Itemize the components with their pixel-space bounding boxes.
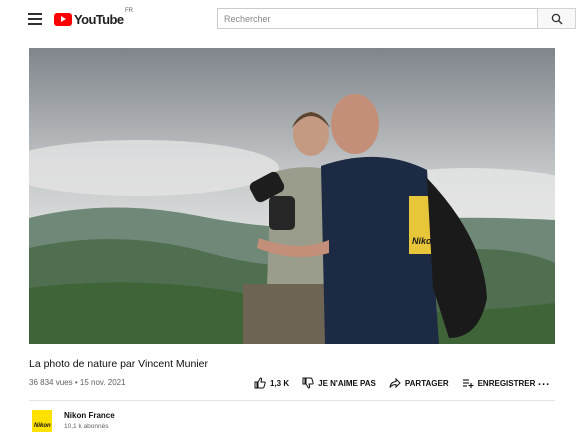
- thumbs-up-icon: [254, 377, 266, 389]
- channel-subscribers: 10,1 k abonnés: [64, 423, 109, 430]
- search-placeholder: Rechercher: [224, 13, 271, 24]
- search-icon: [551, 13, 562, 24]
- meta-separator: •: [74, 378, 78, 387]
- youtube-play-icon: [54, 12, 72, 26]
- save-button[interactable]: ENREGISTRER: [462, 377, 536, 389]
- hamburger-menu-icon[interactable]: [28, 13, 42, 25]
- save-label: ENREGISTRER: [477, 378, 536, 388]
- logo-region: FR: [125, 8, 133, 14]
- video-title: La photo de nature par Vincent Munier: [29, 358, 209, 370]
- video-player[interactable]: Nikon: [29, 48, 555, 344]
- top-bar: YouTube FR Rechercher: [16, 0, 576, 40]
- share-button[interactable]: PARTAGER: [389, 377, 449, 389]
- upload-date: 15 nov. 2021: [79, 378, 126, 387]
- like-button[interactable]: 1,3 K: [254, 377, 289, 389]
- divider: [29, 400, 555, 401]
- logo-text: YouTube: [74, 11, 124, 27]
- video-thumbnail: Nikon: [29, 48, 555, 344]
- add-to-playlist-icon: [462, 379, 474, 388]
- video-meta: 36 834 vues • 15 nov. 2021: [29, 378, 126, 387]
- channel-avatar[interactable]: Nikon: [32, 410, 52, 432]
- search-button[interactable]: [537, 8, 576, 29]
- thumbs-down-icon: [302, 377, 314, 389]
- more-options-button[interactable]: ...: [538, 376, 550, 388]
- like-count: 1,3 K: [270, 378, 290, 388]
- channel-avatar-text: Nikon: [34, 423, 51, 429]
- share-arrow-icon: [389, 377, 401, 389]
- dislike-label: JE N'AIME PAS: [318, 378, 376, 388]
- youtube-logo[interactable]: YouTube FR: [54, 8, 133, 28]
- dislike-button[interactable]: JE N'AIME PAS: [302, 377, 376, 389]
- view-count: 36 834 vues: [29, 378, 73, 387]
- share-label: PARTAGER: [404, 378, 449, 388]
- search-input[interactable]: Rechercher: [217, 8, 537, 29]
- video-actions: 1,3 K JE N'AIME PAS PARTAGER ENREGISTRER: [254, 376, 548, 390]
- channel-name[interactable]: Nikon France: [64, 411, 115, 420]
